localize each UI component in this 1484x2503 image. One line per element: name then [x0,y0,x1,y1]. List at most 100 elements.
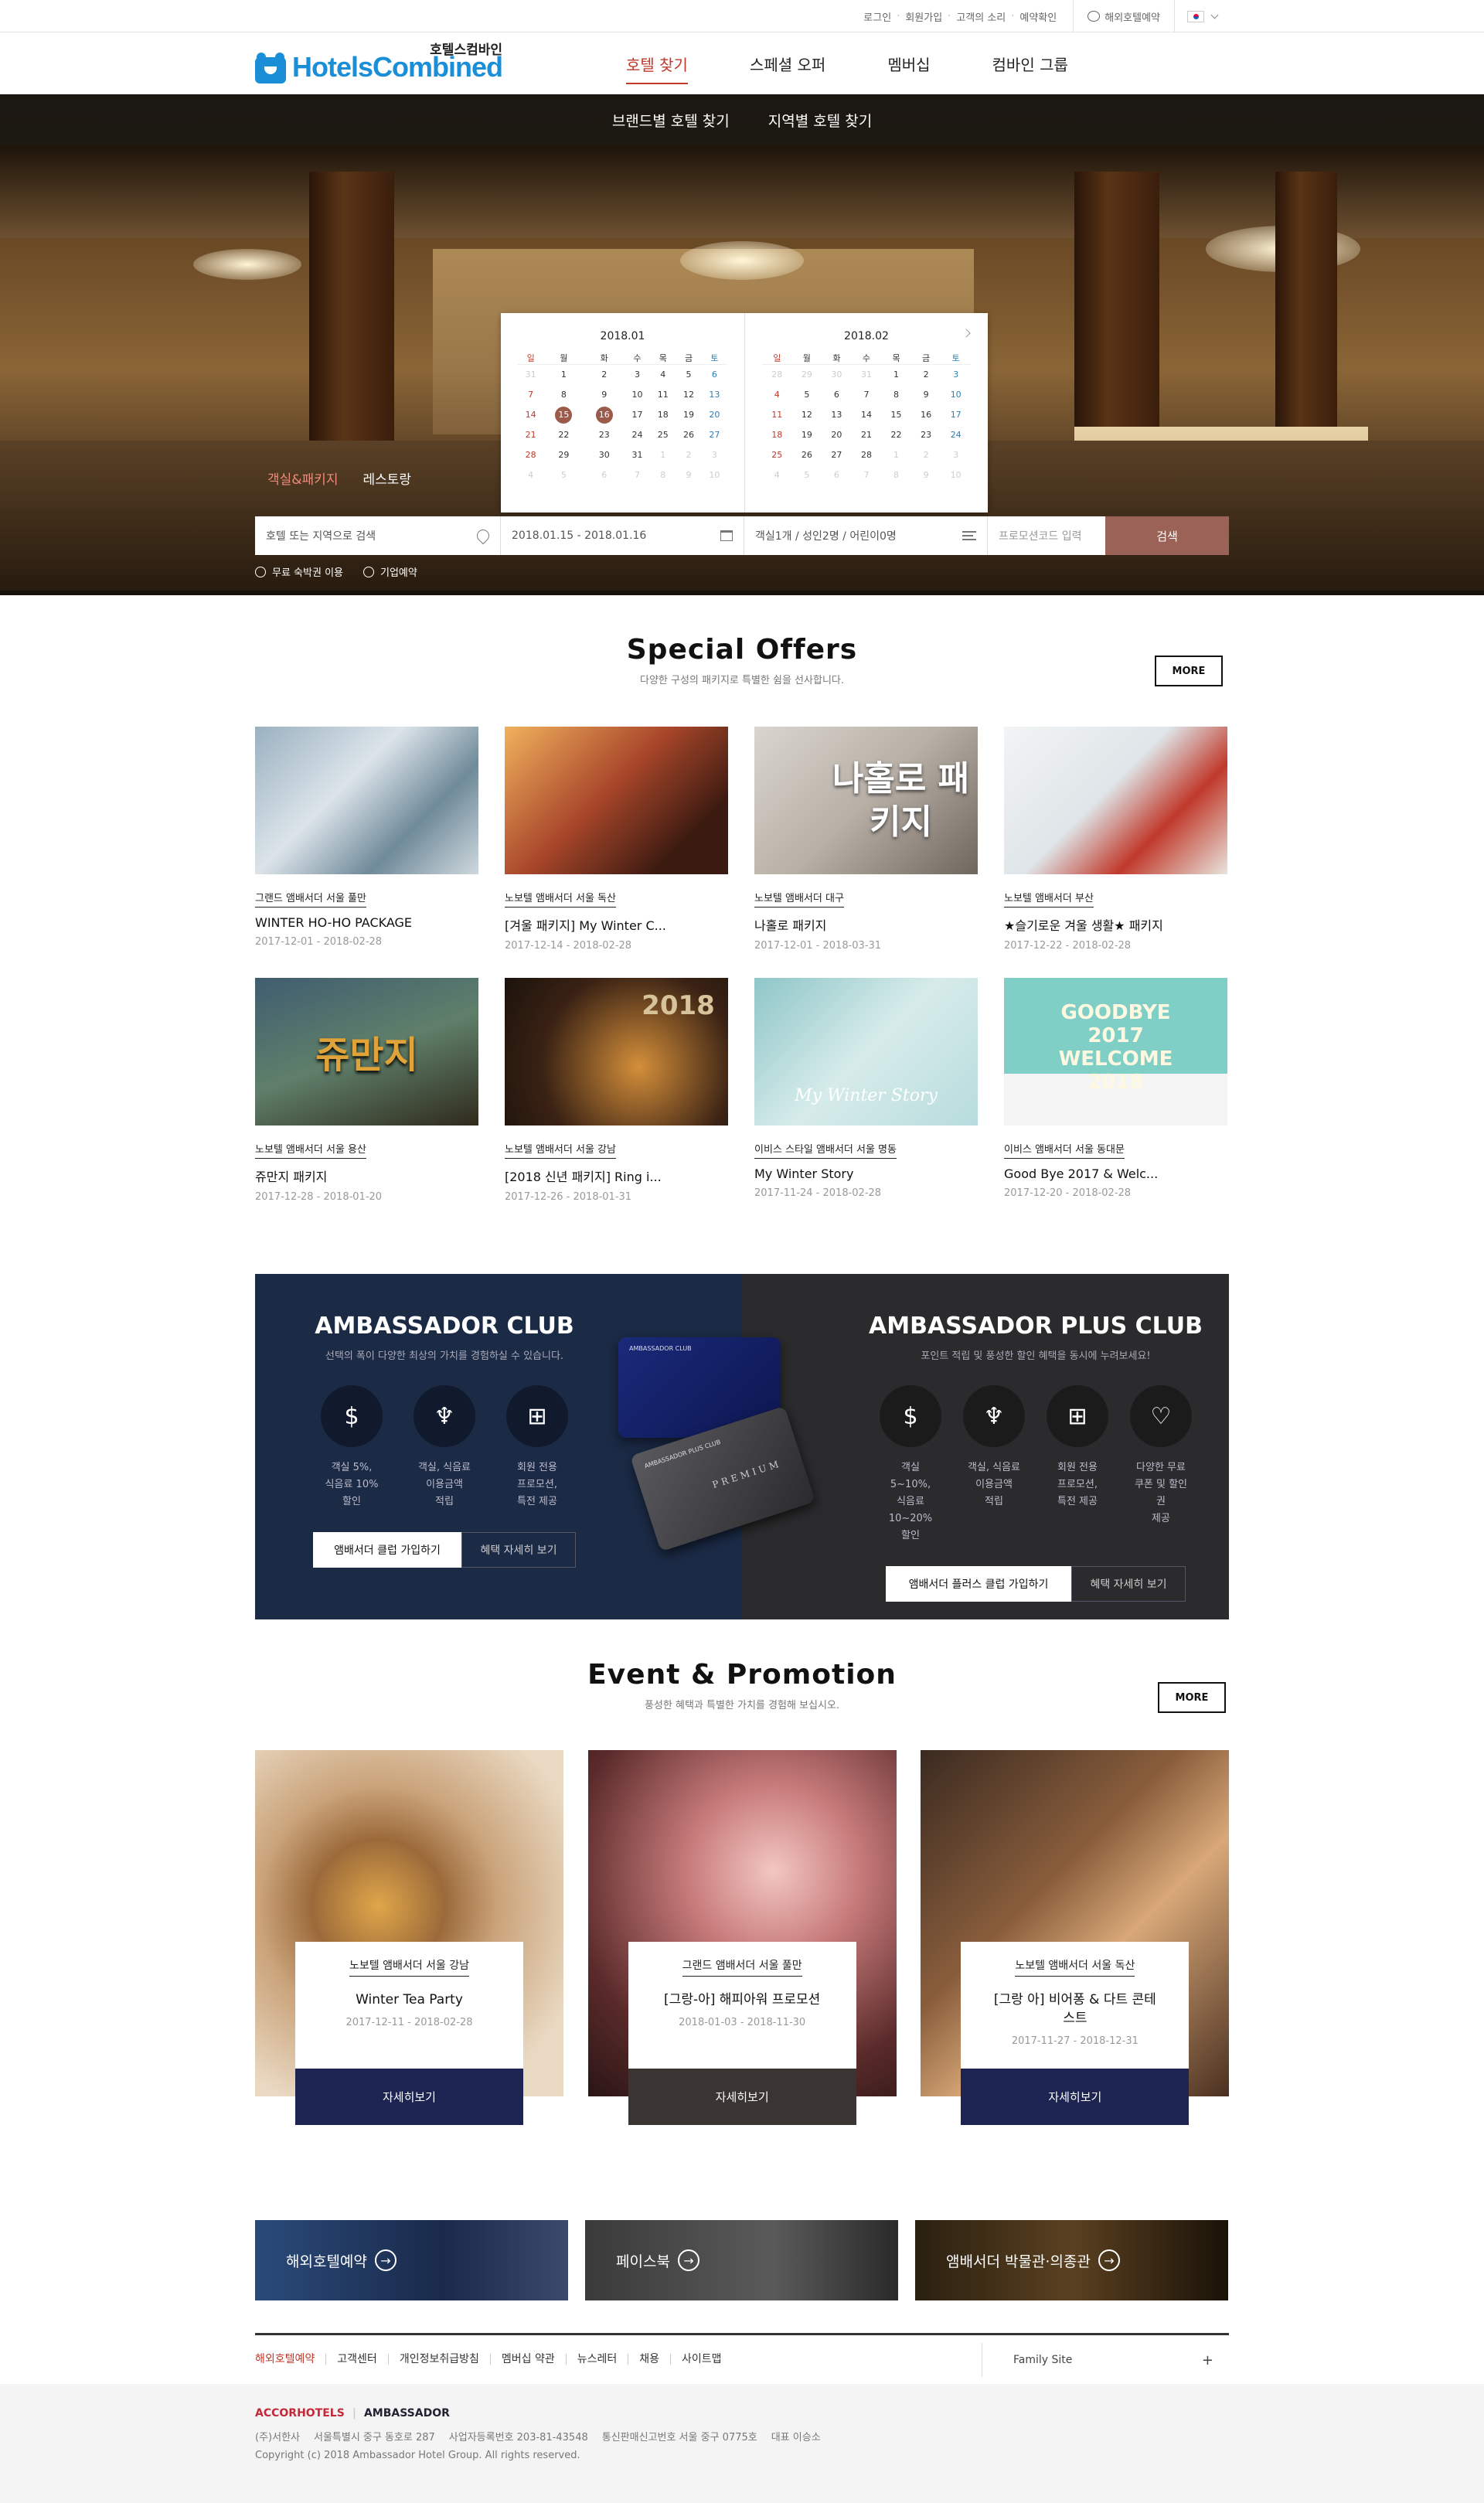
calendar-day[interactable]: 13 [822,405,852,425]
offer-card[interactable]: GOODBYE 2017 WELCOME 2018 이비스 앰배서더 서울 동대… [1004,978,1227,1203]
event-detail-button[interactable]: 자세히보기 [628,2069,856,2125]
calendar-day[interactable]: 25 [762,445,792,465]
subnav-brand[interactable]: 브랜드별 호텔 찾기 [612,110,730,131]
tab-room-package[interactable]: 객실&패키지 [255,464,350,492]
calendar-day[interactable]: 26 [676,425,701,445]
free-stay-option[interactable]: 무료 숙박권 이용 [255,564,343,579]
calendar-day[interactable]: 24 [941,425,971,445]
calendar-day[interactable]: 15 [543,405,584,425]
calendar-day[interactable]: 2 [584,365,625,385]
calendar-day[interactable]: 21 [518,425,543,445]
calendar-day[interactable]: 12 [676,385,701,405]
voice-link[interactable]: 고객의 소리 [951,9,1011,24]
offer-card[interactable]: 노보텔 앰배서더 서울 독산 [겨울 패키지] My Winter C... 2… [505,727,728,952]
nav-membership[interactable]: 멤버십 [887,42,930,86]
calendar-day[interactable]: 13 [702,385,727,405]
promo-field[interactable]: 프로모션코드 입력 [988,516,1105,555]
calendar-day[interactable]: 2 [911,365,941,385]
calendar-day[interactable]: 17 [625,405,650,425]
calendar-day[interactable]: 21 [852,425,882,445]
nav-combine-group[interactable]: 컴바인 그룹 [992,42,1068,86]
calendar-day[interactable]: 3 [625,365,650,385]
calendar-day[interactable]: 14 [518,405,543,425]
promo-input[interactable]: 프로모션코드 입력 [999,528,1082,543]
calendar-day[interactable]: 28 [518,445,543,465]
club-join-button[interactable]: 앰배서더 클럽 가입하기 [313,1532,461,1568]
calendar-day[interactable]: 14 [852,405,882,425]
booking-check-link[interactable]: 예약확인 [1014,9,1062,24]
plus-detail-button[interactable]: 혜택 자세히 보기 [1071,1566,1186,1602]
calendar-day[interactable]: 19 [792,425,822,445]
corporate-option[interactable]: 기업예약 [363,564,417,579]
calendar-day[interactable]: 4 [650,365,676,385]
offer-card[interactable]: 노보텔 앰배서더 부산 ★슬기로운 겨울 생활★ 패키지 2017-12-22 … [1004,727,1227,952]
signup-link[interactable]: 회원가입 [900,9,948,24]
offer-card[interactable]: 쥬만지 노보텔 앰배서더 서울 용산 쥬만지 패키지 2017-12-28 - … [255,978,478,1203]
calendar-day[interactable]: 8 [881,385,911,405]
calendar-day[interactable]: 3 [941,365,971,385]
language-select[interactable] [1175,0,1229,32]
calendar-day[interactable]: 1 [881,365,911,385]
calendar-day[interactable]: 31 [625,445,650,465]
offer-card[interactable]: 나홀로 패키지 노보텔 앰배서더 대구 나홀로 패키지 2017-12-01 -… [754,727,978,952]
calendar-day[interactable]: 6 [702,365,727,385]
calendar-day[interactable]: 12 [792,405,822,425]
calendar-day[interactable]: 22 [543,425,584,445]
calendar-day[interactable]: 18 [650,405,676,425]
offer-card[interactable]: 2018 노보텔 앰배서더 서울 강남 [2018 신년 패키지] Ring i… [505,978,728,1203]
offers-more-button[interactable]: MORE [1155,656,1223,686]
calendar-day[interactable]: 10 [941,385,971,405]
footer-link[interactable]: 고객센터 [325,2353,388,2365]
calendar-day[interactable]: 1 [543,365,584,385]
events-more-button[interactable]: MORE [1158,1682,1226,1713]
calendar-day[interactable]: 5 [676,365,701,385]
calendar-day[interactable]: 9 [584,385,625,405]
calendar-day[interactable]: 8 [543,385,584,405]
calendar-day[interactable]: 27 [702,425,727,445]
footer-link[interactable]: 해외호텔예약 [255,2354,325,2365]
calendar-day[interactable]: 30 [584,445,625,465]
calendar-day[interactable]: 26 [792,445,822,465]
calendar-day[interactable]: 23 [584,425,625,445]
footer-link[interactable]: 채용 [628,2353,670,2365]
footer-link[interactable]: 사이트맵 [670,2353,733,2365]
footer-link[interactable]: 뉴스레터 [565,2353,628,2365]
overseas-booking-link[interactable]: 해외호텔예약 [1073,0,1175,32]
calendar-day[interactable]: 28 [852,445,882,465]
offer-card[interactable]: My Winter Story 이비스 스타일 앰배서더 서울 명동 My Wi… [754,978,978,1203]
calendar-day[interactable]: 29 [543,445,584,465]
plus-join-button[interactable]: 앰배서더 플러스 클럽 가입하기 [886,1566,1071,1602]
banner-facebook[interactable]: 페이스북 → [585,2220,898,2300]
calendar-day[interactable]: 20 [822,425,852,445]
club-detail-button[interactable]: 혜택 자세히 보기 [461,1532,576,1568]
nav-find-hotel[interactable]: 호텔 찾기 [626,42,688,86]
banner-museum[interactable]: 앰배서더 박물관·의종관 → [915,2220,1228,2300]
calendar-day[interactable]: 23 [911,425,941,445]
date-field[interactable]: 2018.01.15 - 2018.01.16 [501,516,744,555]
footer-link[interactable]: 개인정보취급방침 [387,2353,490,2365]
footer-link[interactable]: 멤버십 약관 [489,2353,566,2365]
event-card[interactable]: 노보텔 앰배서더 서울 강남 Winter Tea Party 2017-12-… [255,1750,563,2125]
calendar-day[interactable]: 7 [518,385,543,405]
event-card[interactable]: 그랜드 앰배서더 서울 풀만 [그랑-아] 해피아워 프로모션 2018-01-… [587,1750,897,2125]
calendar-day[interactable]: 25 [650,425,676,445]
event-card[interactable]: 노보텔 앰배서더 서울 독산 [그랑 아] 비어퐁 & 다트 콘테스트 2017… [921,1750,1230,2125]
nav-special-offer[interactable]: 스페셜 오퍼 [750,42,825,86]
calendar-day[interactable]: 4 [762,385,792,405]
offer-card[interactable]: 그랜드 앰배서더 서울 풀만 WINTER HO-HO PACKAGE 2017… [255,727,478,952]
calendar-day[interactable]: 22 [881,425,911,445]
subnav-region[interactable]: 지역별 호텔 찾기 [768,110,872,131]
calendar-day[interactable]: 15 [881,405,911,425]
calendar-day[interactable]: 11 [650,385,676,405]
event-detail-button[interactable]: 자세히보기 [295,2069,523,2125]
calendar-day[interactable]: 5 [792,385,822,405]
tab-restaurant[interactable]: 레스토랑 [350,464,424,492]
event-detail-button[interactable]: 자세히보기 [961,2069,1190,2125]
location-input[interactable]: 호텔 또는 지역으로 검색 [266,528,376,543]
location-field[interactable]: 호텔 또는 지역으로 검색 [255,516,501,555]
calendar-day[interactable]: 18 [762,425,792,445]
calendar-day[interactable]: 10 [625,385,650,405]
calendar-day[interactable]: 20 [702,405,727,425]
calendar-day[interactable]: 19 [676,405,701,425]
logo[interactable]: 호텔스컴바인 HotelsCombined [255,32,503,94]
